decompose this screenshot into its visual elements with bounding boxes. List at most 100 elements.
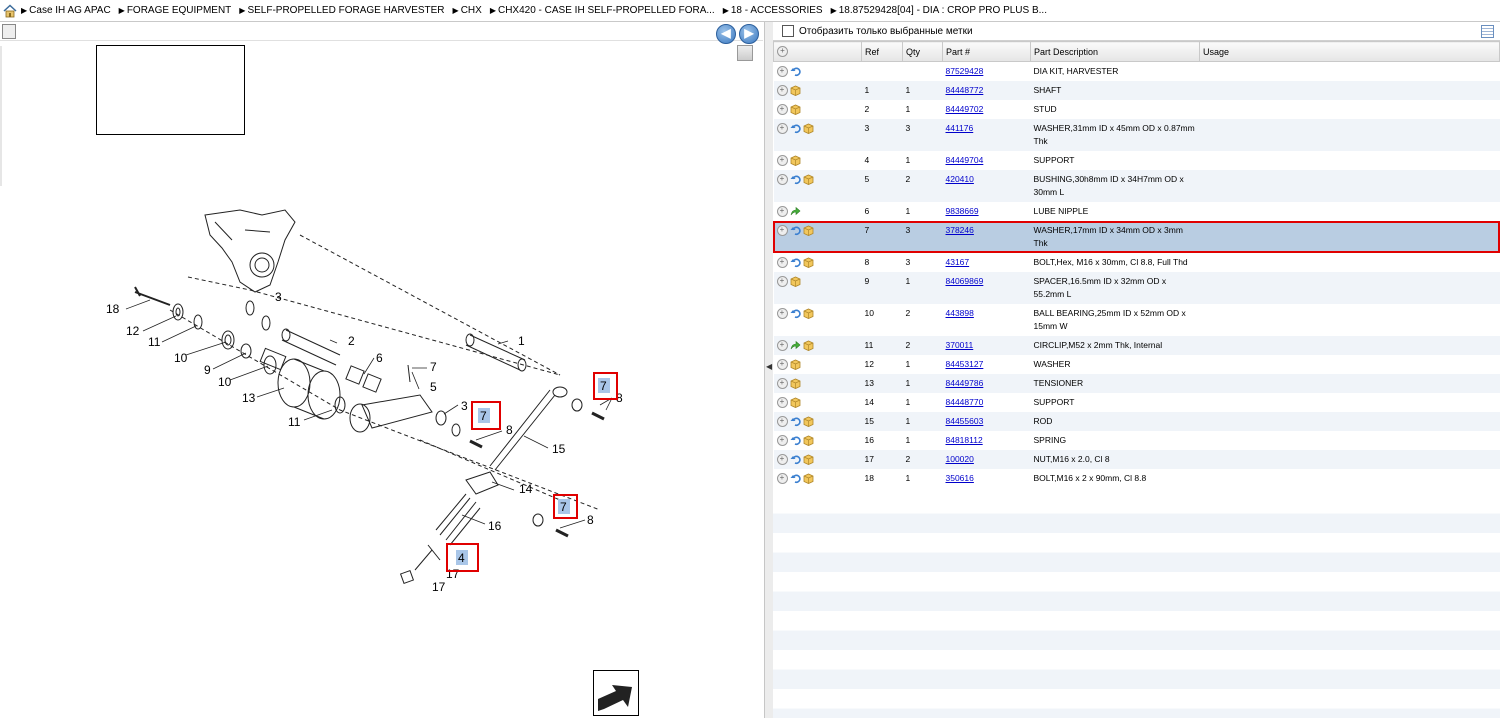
- table-row[interactable]: + 9 1 84069869 SPACER,16.5mm ID x 32mm OD x…: [773, 272, 1500, 304]
- replace-arrow-icon[interactable]: [790, 206, 801, 217]
- package-icon[interactable]: [803, 340, 814, 352]
- part-number-link[interactable]: 100020: [946, 454, 974, 464]
- header-usage[interactable]: Usage: [1199, 41, 1500, 62]
- undo-icon[interactable]: [790, 123, 801, 134]
- breadcrumb-item-0[interactable]: ▶ Case IH AG APAC: [21, 5, 111, 16]
- expand-row-icon[interactable]: +: [776, 435, 788, 447]
- table-row[interactable]: + 4 1 84449704 SUPPORT: [774, 151, 1500, 170]
- undo-icon[interactable]: [790, 257, 801, 268]
- table-row[interactable]: + 18 1 350616 BOLT,M16 x 2 x 90mm, Cl 8.8: [774, 469, 1500, 488]
- package-icon[interactable]: [790, 104, 801, 116]
- table-row[interactable]: + 11 2 370011 CIRCLIP,M52 x 2mm Thk, Intern…: [773, 336, 1500, 355]
- part-number-link[interactable]: 350616: [946, 473, 974, 483]
- expand-row-icon[interactable]: +: [776, 359, 788, 371]
- callout-7-highlight[interactable]: 4: [458, 551, 465, 565]
- breadcrumb-item-1[interactable]: ▶ FORAGE EQUIPMENT: [119, 5, 232, 16]
- table-row[interactable]: + 5 2 420410 BUSHING,30h8mm ID x 34H7mm OD …: [773, 170, 1500, 202]
- table-row[interactable]: + 2 1 84449702 STUD: [774, 100, 1500, 119]
- package-icon[interactable]: [803, 123, 814, 135]
- table-row[interactable]: + 8 3 43167 BOLT,Hex, M16 x 30mm, Cl 8.8, F…: [774, 253, 1500, 272]
- header-qty[interactable]: Qty: [902, 41, 943, 62]
- part-number-link[interactable]: 84449704: [946, 155, 984, 165]
- table-row[interactable]: + 87529428 DIA KIT, HARVESTER: [774, 62, 1500, 82]
- package-icon[interactable]: [790, 276, 801, 288]
- package-icon[interactable]: [803, 454, 814, 466]
- expand-row-icon[interactable]: +: [776, 454, 788, 466]
- breadcrumb-item-2[interactable]: ▶ SELF-PROPELLED FORAGE HARVESTER: [239, 5, 444, 16]
- undo-icon[interactable]: [790, 435, 801, 446]
- export-icon[interactable]: [2, 24, 16, 39]
- table-row[interactable]: + 17 2 100020 NUT,M16 x 2.0, Cl 8: [773, 450, 1500, 469]
- table-row[interactable]: + 3 3 441176 WASHER,31mm ID x 45mm OD x 0.8…: [773, 119, 1500, 151]
- part-number-link[interactable]: 43167: [946, 257, 970, 267]
- expand-row-icon[interactable]: +: [776, 257, 788, 269]
- header-part[interactable]: Part #: [942, 41, 1031, 62]
- fullscreen-toggle[interactable]: [737, 45, 753, 61]
- table-row[interactable]: + 14 1 84448770 SUPPORT: [774, 393, 1500, 412]
- part-number-link[interactable]: 441176: [946, 123, 974, 133]
- part-number-link[interactable]: 9838669: [946, 206, 979, 216]
- part-number-link[interactable]: 87529428: [946, 66, 984, 76]
- part-number-link[interactable]: 84449702: [946, 104, 984, 114]
- undo-icon[interactable]: [790, 308, 801, 319]
- package-icon[interactable]: [803, 308, 814, 320]
- package-icon[interactable]: [803, 416, 814, 428]
- table-row[interactable]: + 6 1 9838669 LUBE NIPPLE: [774, 202, 1500, 221]
- expand-row-icon[interactable]: +: [776, 123, 788, 135]
- table-row[interactable]: + 15 1 84455603 ROD: [773, 412, 1500, 431]
- undo-icon[interactable]: [790, 174, 801, 185]
- expand-row-icon[interactable]: +: [776, 174, 788, 186]
- package-icon[interactable]: [790, 397, 801, 409]
- package-icon[interactable]: [803, 174, 814, 186]
- expand-row-icon[interactable]: +: [776, 206, 788, 218]
- replace-arrow-icon[interactable]: [790, 340, 801, 351]
- undo-icon[interactable]: [790, 454, 801, 465]
- table-row[interactable]: + 10 2 443898 BALL BEARING,25mm ID x 52mm O…: [774, 304, 1500, 336]
- breadcrumb-item-4[interactable]: ▶ CHX420 - CASE IH SELF-PROPELLED FORA...: [490, 5, 715, 16]
- expand-row-icon[interactable]: +: [776, 308, 788, 320]
- home-icon[interactable]: [3, 3, 17, 18]
- part-number-link[interactable]: 84448770: [946, 397, 984, 407]
- expand-row-icon[interactable]: +: [776, 416, 788, 428]
- undo-icon[interactable]: [790, 66, 801, 77]
- part-number-link[interactable]: 84818112: [946, 435, 983, 445]
- callout-7-highlight[interactable]: 7: [600, 379, 607, 393]
- table-row[interactable]: + 16 1 84818112 SPRING: [774, 431, 1500, 450]
- breadcrumb-item-3[interactable]: ▶ CHX: [453, 5, 482, 16]
- next-page-icon[interactable]: [593, 670, 639, 716]
- package-icon[interactable]: [790, 359, 801, 371]
- breadcrumb-item-6[interactable]: ▶ 18.87529428[04] - DIA : CROP PRO PLUS B…: [831, 5, 1047, 16]
- table-row[interactable]: + 1 1 84448772 SHAFT: [773, 81, 1500, 100]
- package-icon[interactable]: [803, 473, 814, 485]
- expand-row-icon[interactable]: +: [776, 85, 788, 97]
- part-number-link[interactable]: 443898: [946, 308, 974, 318]
- part-number-link[interactable]: 370011: [946, 340, 974, 350]
- expand-row-icon[interactable]: +: [776, 276, 788, 288]
- show-selected-only-checkbox[interactable]: [782, 25, 794, 37]
- part-number-link[interactable]: 420410: [946, 174, 974, 184]
- part-number-link[interactable]: 84455603: [946, 416, 984, 426]
- part-number-link[interactable]: 84449786: [946, 378, 984, 388]
- diagram-thumbnail[interactable]: [96, 45, 245, 135]
- package-icon[interactable]: [790, 155, 801, 167]
- table-row[interactable]: + 13 1 84449786 TENSIONER: [773, 374, 1500, 393]
- expand-row-icon[interactable]: +: [776, 473, 788, 485]
- expand-row-icon[interactable]: +: [776, 397, 788, 409]
- package-icon[interactable]: [803, 435, 814, 447]
- expand-row-icon[interactable]: +: [776, 66, 788, 78]
- part-number-link[interactable]: 84453127: [946, 359, 984, 369]
- forward-button[interactable]: ▶: [739, 24, 759, 44]
- undo-icon[interactable]: [790, 416, 801, 427]
- part-number-link[interactable]: 84069869: [946, 276, 984, 286]
- collapse-arrow-icon[interactable]: ◀: [766, 362, 772, 371]
- header-ref[interactable]: Ref: [861, 41, 903, 62]
- expand-row-icon[interactable]: +: [776, 155, 788, 167]
- callout-7-highlight[interactable]: 7: [480, 409, 487, 423]
- header-expand[interactable]: +: [773, 41, 862, 62]
- part-number-link[interactable]: 84448772: [946, 85, 984, 95]
- back-button[interactable]: ◀: [716, 24, 736, 44]
- package-icon[interactable]: [790, 85, 801, 97]
- header-description[interactable]: Part Description: [1030, 41, 1200, 62]
- grid-view-icon[interactable]: [1481, 25, 1494, 38]
- package-icon[interactable]: [803, 257, 814, 269]
